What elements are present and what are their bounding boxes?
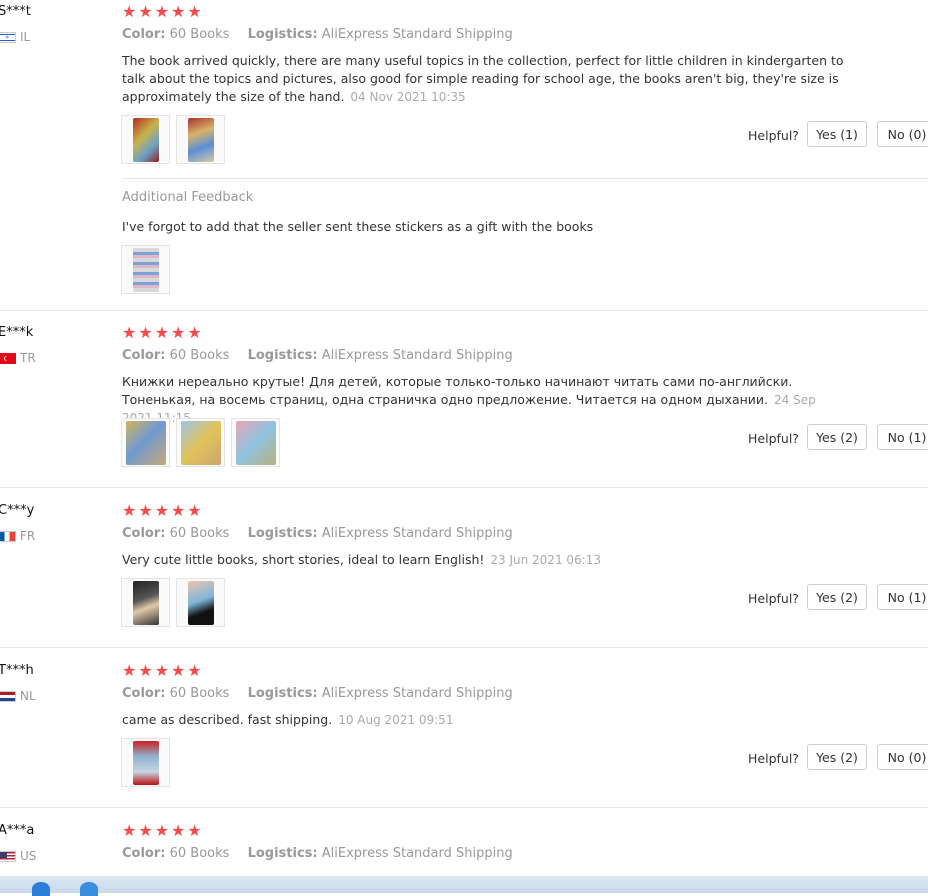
helpful-label: Helpful?	[748, 431, 799, 446]
reviewer-country: NL	[0, 689, 36, 703]
helpful-yes-button[interactable]: Yes (2)	[807, 424, 867, 450]
review-photo-thumbnail[interactable]	[176, 115, 225, 164]
star-rating: ★★★★★	[122, 821, 204, 840]
star-rating: ★★★★★	[122, 323, 204, 342]
logistics-label: Logistics:	[247, 348, 318, 363]
logistics-value: AliExpress Standard Shipping	[321, 846, 513, 861]
app-icon[interactable]	[80, 882, 98, 896]
taskbar	[0, 876, 928, 893]
review-text: came as described. fast shipping. 10 Aug …	[122, 712, 454, 727]
order-meta: Color: 60 Books Logistics: AliExpress St…	[122, 348, 513, 363]
helpful-no-button[interactable]: No (1)	[877, 584, 928, 610]
reviewer-country: TR	[0, 351, 36, 365]
review-date: 04 Nov 2021 10:35	[350, 90, 466, 104]
review-photos	[121, 418, 280, 467]
helpful-label: Helpful?	[748, 128, 799, 143]
country-code: TR	[20, 351, 36, 365]
logistics-label: Logistics:	[247, 526, 318, 541]
review-text: Very cute little books, short stories, i…	[122, 552, 601, 567]
review-divider	[0, 807, 928, 808]
color-label: Color:	[122, 27, 166, 42]
logistics-value: AliExpress Standard Shipping	[321, 348, 513, 363]
flag-israel-icon: ✡	[0, 31, 16, 43]
color-value: 60 Books	[169, 526, 230, 541]
review-photo-thumbnail[interactable]	[176, 418, 225, 467]
review-date: 23 Jun 2021 06:13	[490, 553, 601, 567]
review-photo-thumbnail[interactable]	[121, 578, 170, 627]
color-value: 60 Books	[169, 686, 230, 701]
additional-feedback-text: I've forgot to add that the seller sent …	[122, 219, 594, 234]
logistics-label: Logistics:	[247, 686, 318, 701]
star-rating: ★★★★★	[122, 2, 204, 21]
helpful-yes-button[interactable]: Yes (2)	[807, 584, 867, 610]
order-meta: Color: 60 Books Logistics: AliExpress St…	[122, 686, 513, 701]
reviewer-name: E***k	[0, 325, 34, 340]
color-label: Color:	[122, 526, 166, 541]
helpful-no-button[interactable]: No (0)	[877, 744, 928, 770]
review-photo-thumbnail[interactable]	[231, 418, 280, 467]
reviewer-country: ✡ IL	[0, 30, 30, 44]
review-photo-thumbnail[interactable]	[121, 418, 170, 467]
flag-netherlands-icon	[0, 690, 16, 702]
order-meta: Color: 60 Books Logistics: AliExpress St…	[122, 846, 513, 861]
divider	[122, 178, 928, 179]
country-code: IL	[20, 30, 31, 44]
additional-feedback-title: Additional Feedback	[122, 190, 254, 205]
review-divider	[0, 310, 928, 311]
logistics-value: AliExpress Standard Shipping	[321, 27, 513, 42]
star-rating: ★★★★★	[122, 501, 204, 520]
color-value: 60 Books	[169, 27, 230, 42]
review-photo-thumbnail[interactable]	[121, 115, 170, 164]
helpful-yes-button[interactable]: Yes (2)	[807, 744, 867, 770]
logistics-value: AliExpress Standard Shipping	[321, 686, 513, 701]
color-value: 60 Books	[169, 846, 230, 861]
reviewer-name: S***t	[0, 4, 31, 19]
logistics-label: Logistics:	[247, 27, 318, 42]
additional-photos	[121, 245, 170, 294]
color-label: Color:	[122, 846, 166, 861]
review-photo-thumbnail[interactable]	[121, 738, 170, 787]
color-label: Color:	[122, 686, 166, 701]
review-text: The book arrived quickly, there are many…	[122, 53, 844, 104]
reviewer-name: C***y	[0, 503, 35, 518]
reviewer-name: A***a	[0, 823, 35, 838]
flag-usa-icon	[0, 850, 16, 862]
order-meta: Color: 60 Books Logistics: AliExpress St…	[122, 27, 513, 42]
flag-france-icon	[0, 530, 16, 542]
reviewer-name: T***h	[0, 663, 34, 678]
helpful-label: Helpful?	[748, 751, 799, 766]
reviewer-country: US	[0, 849, 36, 863]
review-photo-thumbnail[interactable]	[176, 578, 225, 627]
review-date: 10 Aug 2021 09:51	[338, 713, 454, 727]
review-photo-thumbnail[interactable]	[121, 245, 170, 294]
review-photos	[121, 115, 225, 164]
helpful-label: Helpful?	[748, 591, 799, 606]
color-label: Color:	[122, 348, 166, 363]
color-value: 60 Books	[169, 348, 230, 363]
star-rating: ★★★★★	[122, 661, 204, 680]
flag-turkey-icon	[0, 352, 16, 364]
helpful-yes-button[interactable]: Yes (1)	[807, 121, 867, 147]
logistics-label: Logistics:	[247, 846, 318, 861]
country-code: US	[20, 849, 37, 863]
review-photos	[121, 578, 225, 627]
logistics-value: AliExpress Standard Shipping	[321, 526, 513, 541]
helpful-no-button[interactable]: No (0)	[877, 121, 928, 147]
review-divider	[0, 647, 928, 648]
country-code: FR	[20, 529, 36, 543]
review-divider	[0, 487, 928, 488]
reviewer-country: FR	[0, 529, 35, 543]
country-code: NL	[20, 689, 36, 703]
review-photos	[121, 738, 170, 787]
helpful-no-button[interactable]: No (1)	[877, 424, 928, 450]
order-meta: Color: 60 Books Logistics: AliExpress St…	[122, 526, 513, 541]
app-icon[interactable]	[32, 882, 50, 896]
